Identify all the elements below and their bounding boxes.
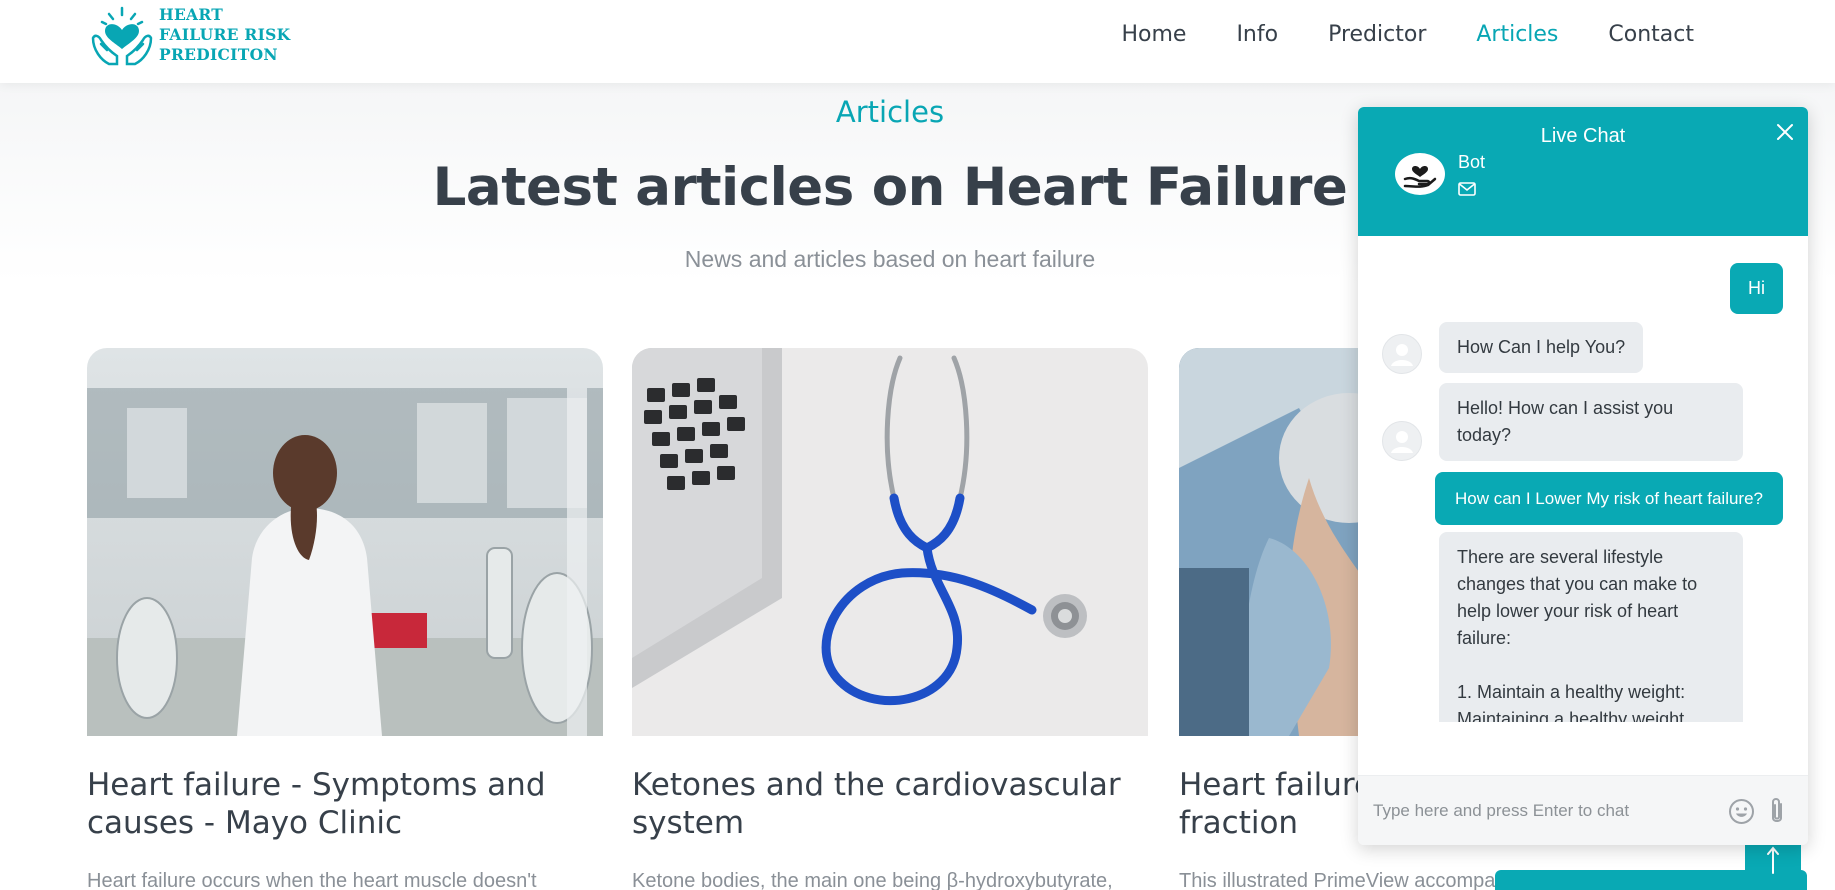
logo-wordmark: HEART FAILURE RISK PREDICITON: [159, 5, 290, 65]
bot-message: There are several lifestyle changes that…: [1439, 532, 1743, 722]
bot-avatar-placeholder: [1382, 334, 1422, 374]
logo-line-2: FAILURE RISK: [159, 25, 291, 44]
article-excerpt: Ketone bodies, the main one being β-hydr…: [632, 870, 1113, 890]
main-nav: Home Info Predictor Articles Contact: [1071, 20, 1694, 50]
nav-info[interactable]: Info: [1236, 20, 1278, 50]
user-silhouette-icon: [1391, 344, 1413, 366]
user-message: Hi: [1730, 263, 1783, 314]
chat-input-bar: [1358, 775, 1808, 845]
nav-home[interactable]: Home: [1121, 20, 1186, 50]
user-message: How can I Lower My risk of heart failure…: [1434, 472, 1783, 525]
site-logo[interactable]: HEART FAILURE RISK PREDICITON: [87, 0, 290, 70]
close-icon[interactable]: [1774, 121, 1796, 143]
article-excerpt: Heart failure occurs when the heart musc…: [87, 870, 537, 890]
lab-researcher-photo: [87, 348, 603, 736]
bot-avatar-placeholder: [1382, 421, 1422, 461]
article-title[interactable]: Heart failure - Symptoms and causes - Ma…: [87, 766, 603, 842]
bot-name: Bot: [1458, 152, 1486, 172]
emoji-icon[interactable]: [1728, 798, 1755, 825]
nav-contact[interactable]: Contact: [1608, 20, 1694, 50]
chat-title: Live Chat: [1540, 125, 1626, 147]
nav-articles[interactable]: Articles: [1476, 20, 1558, 50]
paperclip-icon[interactable]: [1768, 796, 1786, 826]
arrow-up-icon: [1767, 846, 1779, 874]
logo-line-3: PREDICITON: [159, 45, 278, 64]
stethoscope-laptop-photo: [632, 348, 1148, 736]
live-chat-widget: Live Chat Bot Hi How Can I help You? Hel…: [1358, 107, 1808, 845]
user-silhouette-icon: [1391, 431, 1413, 453]
bot-message: How Can I help You?: [1439, 322, 1644, 373]
bot-message: Hello! How can I assist you today?: [1439, 383, 1743, 461]
bot-avatar: [1395, 153, 1445, 195]
heart-hand-icon: [1403, 166, 1437, 188]
chat-messages[interactable]: Hi How Can I help You? Hello! How can I …: [1358, 236, 1808, 722]
heart-hands-logo-icon: [91, 6, 153, 66]
article-card[interactable]: Heart failure - Symptoms and causes - Ma…: [87, 348, 603, 890]
nav-predictor[interactable]: Predictor: [1328, 20, 1426, 50]
chat-message-input[interactable]: [1373, 794, 1713, 828]
chat-header: Live Chat Bot: [1358, 107, 1808, 236]
logo-line-1: HEART: [159, 5, 224, 24]
article-card[interactable]: Ketones and the cardiovascular system Ke…: [632, 348, 1148, 890]
site-header: HEART FAILURE RISK PREDICITON Home Info …: [0, 0, 1835, 83]
mail-icon[interactable]: [1458, 182, 1476, 196]
article-image-lab[interactable]: [87, 348, 603, 736]
article-title[interactable]: Ketones and the cardiovascular system: [632, 766, 1148, 842]
article-image-stethoscope[interactable]: [632, 348, 1148, 736]
